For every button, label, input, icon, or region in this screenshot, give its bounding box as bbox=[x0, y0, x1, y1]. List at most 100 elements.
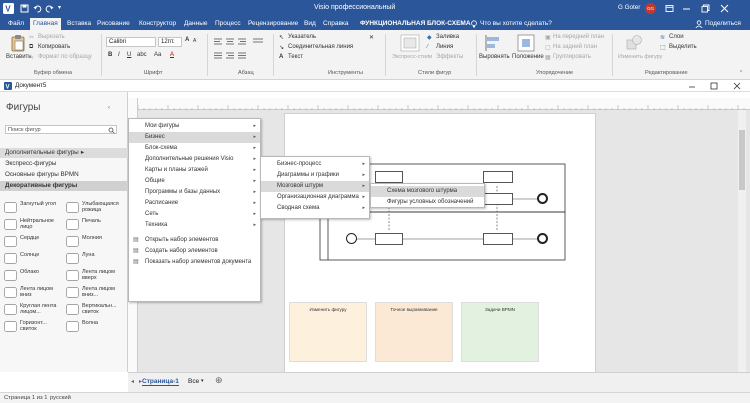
shrink-font-icon[interactable]: A bbox=[193, 38, 196, 44]
tab-contextual-cff[interactable]: ФУНКЦИОНАЛЬНАЯ БЛОК-СХЕМА bbox=[360, 18, 471, 30]
more-shapes-menu-item[interactable]: Дополнительные решения Visio ▸ bbox=[129, 154, 260, 165]
user-avatar[interactable]: GG bbox=[645, 3, 656, 14]
underline-icon[interactable]: U bbox=[127, 52, 131, 58]
more-shapes-menu-item[interactable]: Расписание ▸ bbox=[129, 198, 260, 209]
shape-thumbnail-icon[interactable] bbox=[66, 202, 79, 213]
align-button[interactable]: Выровнять bbox=[479, 54, 510, 60]
business-submenu-item[interactable]: Мозговой штурм ▸ bbox=[261, 181, 369, 192]
tab-insert[interactable]: Вставка bbox=[67, 18, 91, 30]
stencil-more-shapes[interactable]: Дополнительные фигуры ▸ bbox=[0, 148, 128, 158]
close-icon[interactable] bbox=[720, 4, 729, 13]
business-submenu-item[interactable]: Диаграммы и графики ▸ bbox=[261, 170, 369, 181]
doc-minimize-icon[interactable] bbox=[688, 82, 696, 90]
text-tool[interactable]: Текст bbox=[288, 54, 303, 60]
tab-file[interactable]: Файл bbox=[8, 18, 24, 30]
task-node[interactable] bbox=[483, 233, 513, 245]
tab-home[interactable]: Главная bbox=[30, 18, 61, 30]
doc-maximize-icon[interactable] bbox=[710, 82, 718, 90]
group-button[interactable]: Группировать bbox=[553, 54, 591, 60]
tab-designer[interactable]: Конструктор bbox=[139, 18, 176, 30]
shape-thumbnail-icon[interactable] bbox=[66, 219, 79, 230]
restore-icon[interactable] bbox=[701, 4, 710, 13]
more-shapes-menu-item[interactable]: Карты и планы этажей ▸ bbox=[129, 165, 260, 176]
shape-thumbnail-icon[interactable] bbox=[66, 304, 79, 315]
paragraph-align-icons[interactable] bbox=[213, 37, 265, 63]
business-submenu-item[interactable]: Бизнес-процесс ▸ bbox=[261, 159, 369, 170]
scroll-thumb[interactable] bbox=[739, 130, 745, 190]
business-submenu-item[interactable]: Сводная схема ▸ bbox=[261, 203, 369, 214]
group-icon[interactable]: ▦ bbox=[545, 54, 551, 61]
align-icon[interactable] bbox=[484, 34, 502, 52]
line-icon[interactable]: ∕ bbox=[427, 44, 428, 50]
task-node[interactable] bbox=[375, 233, 403, 245]
page-tab-1[interactable]: Страница-1 bbox=[142, 378, 179, 386]
all-pages-dropdown-icon[interactable]: ▾ bbox=[201, 378, 204, 384]
more-shapes-menu-item[interactable]: Мои фигуры ▸ bbox=[129, 121, 260, 132]
shape-thumbnail-icon[interactable] bbox=[4, 304, 17, 315]
more-shapes-menu-item[interactable]: Открыть набор элементов ▤ bbox=[129, 235, 260, 246]
position-icon[interactable] bbox=[517, 34, 535, 52]
tab-process[interactable]: Процесс bbox=[215, 18, 241, 30]
cut-icon[interactable]: ✂ bbox=[29, 34, 34, 41]
paste-button[interactable]: Вставить bbox=[6, 54, 31, 60]
start-event-bottom[interactable] bbox=[346, 233, 357, 244]
collapse-ribbon-icon[interactable]: ⌃ bbox=[739, 70, 743, 76]
shape-thumbnail-icon[interactable] bbox=[4, 321, 17, 332]
shape-thumbnail-icon[interactable] bbox=[66, 236, 79, 247]
send-to-back-button[interactable]: На задний план bbox=[553, 44, 597, 50]
format-painter-button[interactable]: Формат по образцу bbox=[38, 54, 92, 60]
undo-icon[interactable] bbox=[33, 4, 42, 13]
share-icon[interactable] bbox=[695, 20, 703, 28]
ribbon-display-icon[interactable] bbox=[665, 4, 674, 13]
tab-review[interactable]: Рецензирование bbox=[248, 18, 298, 30]
position-button[interactable]: Положение bbox=[512, 54, 544, 60]
shape-thumbnail-icon[interactable] bbox=[4, 270, 17, 281]
tab-data[interactable]: Данные bbox=[184, 18, 207, 30]
format-painter-icon[interactable]: ✎ bbox=[29, 54, 34, 61]
all-pages-tab[interactable]: Все bbox=[188, 378, 199, 385]
stencil-decorative[interactable]: Декоративные фигуры bbox=[0, 181, 128, 191]
business-submenu-item[interactable]: Организационная диаграмма ▸ bbox=[261, 192, 369, 203]
shape-thumbnail-icon[interactable] bbox=[4, 202, 17, 213]
shape-thumbnail-icon[interactable] bbox=[4, 253, 17, 264]
tip-card-bpmn[interactable]: Задачи BPMN bbox=[461, 302, 539, 362]
strikethrough-icon[interactable]: abc bbox=[137, 52, 147, 58]
express-styles-icon[interactable] bbox=[400, 34, 420, 52]
effects-button[interactable]: Эффекты bbox=[436, 54, 463, 60]
end-event-bottom[interactable] bbox=[537, 233, 548, 244]
status-language[interactable]: русский bbox=[50, 395, 71, 401]
pointer-icon[interactable]: ↖ bbox=[279, 34, 284, 41]
minimize-icon[interactable] bbox=[682, 4, 691, 13]
shape-thumbnail-icon[interactable] bbox=[66, 270, 79, 281]
more-shapes-menu-item[interactable]: Техника ▸ bbox=[129, 220, 260, 231]
redo-icon[interactable] bbox=[45, 4, 54, 13]
text-tool-icon[interactable]: A bbox=[279, 54, 283, 60]
font-name-select[interactable]: Calibri bbox=[106, 37, 156, 47]
doc-close-icon[interactable] bbox=[733, 82, 741, 90]
drawing-page[interactable]: Изменить фигуру Точное выравнивание Зада… bbox=[284, 113, 596, 373]
tip-card-change-shape[interactable]: Изменить фигуру bbox=[289, 302, 367, 362]
shape-thumbnail-icon[interactable] bbox=[4, 236, 17, 247]
stencil-bpmn-basic[interactable]: Основные фигуры BPMN bbox=[0, 170, 128, 180]
tip-card-alignment[interactable]: Точное выравнивание bbox=[375, 302, 453, 362]
qat-more-icon[interactable]: ▾ bbox=[58, 4, 61, 11]
bring-to-front-button[interactable]: На передний план bbox=[553, 34, 604, 40]
brainstorm-submenu-item[interactable]: Схема мозгового штурма bbox=[371, 186, 484, 197]
more-shapes-menu-item[interactable]: Сеть ▸ bbox=[129, 209, 260, 220]
user-name[interactable]: G Goter bbox=[618, 4, 640, 11]
cut-button[interactable]: Вырезать bbox=[38, 34, 65, 40]
connector-icon[interactable]: ↘ bbox=[279, 44, 284, 51]
more-shapes-menu-item[interactable]: Бизнес ▸ bbox=[129, 132, 260, 143]
horizontal-ruler[interactable] bbox=[128, 98, 750, 110]
vertical-scrollbar[interactable] bbox=[738, 110, 746, 372]
bold-icon[interactable]: B bbox=[108, 52, 112, 58]
connector-tool[interactable]: Соединительная линия bbox=[288, 44, 353, 50]
tab-draw[interactable]: Рисование bbox=[97, 18, 130, 30]
more-shapes-menu-item[interactable]: Создать набор элементов ▤ bbox=[129, 246, 260, 257]
add-page-icon[interactable]: ⊕ bbox=[215, 375, 223, 386]
to-back-icon[interactable]: ▢ bbox=[545, 44, 551, 51]
shape-thumbnail-icon[interactable] bbox=[4, 287, 17, 298]
select-button[interactable]: Выделить bbox=[669, 44, 697, 50]
font-size-select[interactable]: 12пт. bbox=[158, 37, 182, 47]
line-button[interactable]: Линия bbox=[436, 44, 453, 50]
